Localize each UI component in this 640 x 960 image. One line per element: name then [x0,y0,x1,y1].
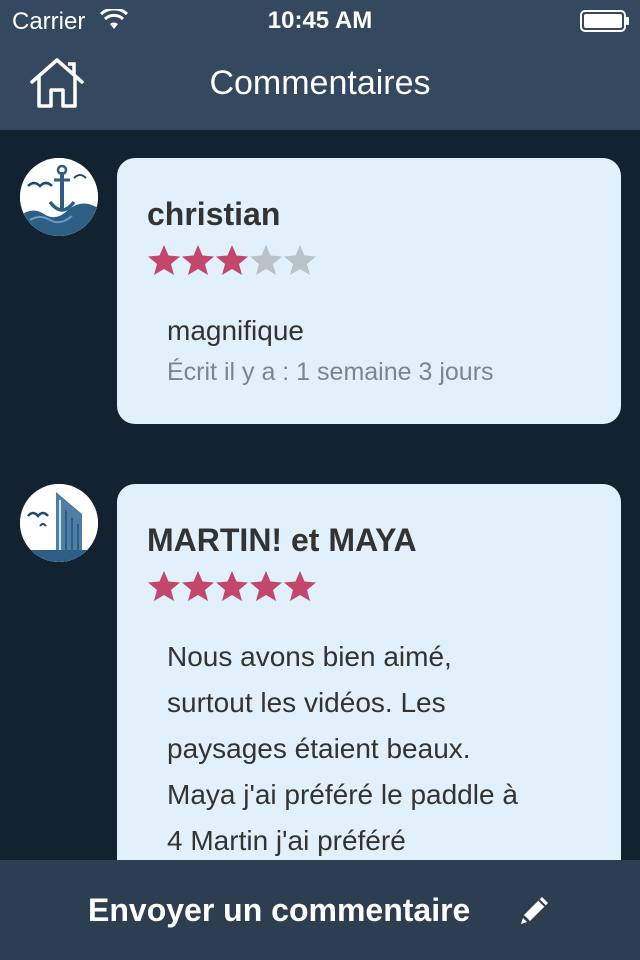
comment-text: magnifique [167,315,304,346]
comment-text-line: surtout les vidéos. Les [167,687,446,718]
comment-text-line: Maya j'ai préféré le paddle à [167,779,518,810]
battery-icon [580,10,629,32]
pencil-icon [521,897,548,924]
status-bar: Carrier 10:45 AM [0,0,640,40]
star-filled-icon [216,571,248,601]
comment-card: MARTIN! et MAYA Nous avons bien aimé, su… [117,484,621,860]
star-filled-icon [182,245,214,275]
star-filled-icon [182,571,214,601]
star-empty-icon [250,245,282,275]
comment-text-line: Nous avons bien aimé, [167,641,452,672]
comment-author: christian [147,196,281,232]
star-filled-icon [148,571,180,601]
send-comment-button[interactable]: Envoyer un commentaire [0,860,640,960]
comment-text: Nous avons bien aimé, surtout les vidéos… [167,634,597,860]
comments-list[interactable]: christian magnifique Écrit il y a : 1 se… [0,130,640,860]
comment-text-line: paysages étaient beaux. [167,733,471,764]
star-filled-icon [148,245,180,275]
star-filled-icon [284,571,316,601]
rating-stars [147,244,317,276]
comment-author: MARTIN! et MAYA [147,522,417,558]
star-filled-icon [216,245,248,275]
send-comment-label: Envoyer un commentaire [88,892,471,928]
star-empty-icon [284,245,316,275]
comment-card: christian magnifique Écrit il y a : 1 se… [117,158,621,424]
status-time: 10:45 AM [267,7,373,34]
comment-timestamp: Écrit il y a : 1 semaine 3 jours [167,358,494,386]
rating-stars [147,570,317,602]
star-filled-icon [250,571,282,601]
comment-text-line: 4 Martin j'ai préféré [167,825,406,856]
ship-seagull-avatar-icon [20,484,98,562]
nav-bar: Commentaires [0,40,640,130]
page-title: Commentaires [209,64,431,102]
anchor-seagull-avatar-icon [20,158,98,236]
